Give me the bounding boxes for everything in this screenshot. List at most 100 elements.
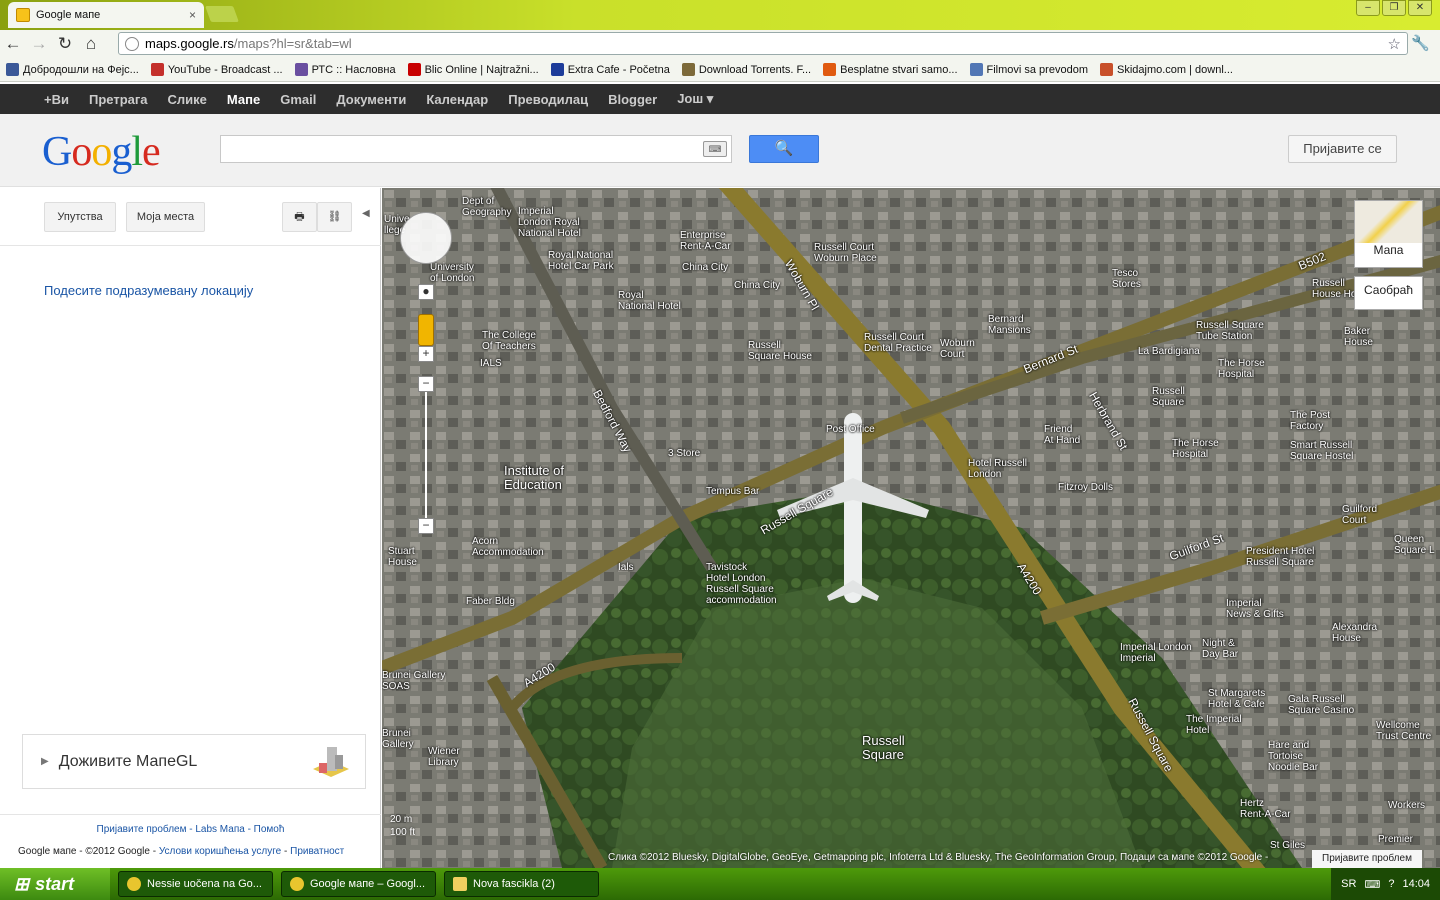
map-label[interactable]: Hotel Russell London: [968, 458, 1027, 480]
start-button[interactable]: ⊞ start: [0, 868, 110, 900]
google-logo[interactable]: Google: [42, 128, 161, 176]
gbar-gmail[interactable]: Gmail: [280, 92, 316, 107]
map-label[interactable]: The College Of Teachers: [482, 330, 536, 352]
address-bar[interactable]: maps.google.rs/maps?hl=sr&tab=wl ☆: [118, 32, 1408, 55]
bookmark-item[interactable]: Filmovi sa prevodom: [969, 63, 1088, 76]
map-label[interactable]: Royal National Hotel: [618, 290, 681, 312]
terms-link[interactable]: Услови коришћења услуге: [159, 846, 281, 857]
map-label[interactable]: China City: [682, 262, 728, 273]
map-label[interactable]: The Post Factory: [1290, 410, 1330, 432]
maximize-icon[interactable]: ❐: [1382, 0, 1406, 16]
gbar-maps[interactable]: Мапе: [227, 92, 260, 107]
search-button[interactable]: 🔍: [749, 135, 819, 163]
reload-icon[interactable]: ↻: [52, 34, 78, 54]
map-label[interactable]: Fitzroy Dolls: [1058, 482, 1113, 493]
search-input[interactable]: ⌨: [220, 135, 732, 163]
map-label[interactable]: Hare and Tortoise Noodle Bar: [1268, 740, 1318, 773]
map-label[interactable]: Queen Square L: [1394, 534, 1435, 556]
map-label[interactable]: Baker House: [1344, 326, 1373, 348]
bookmark-item[interactable]: Download Torrents. F...: [681, 63, 811, 76]
map-label[interactable]: La Bardigiana: [1138, 346, 1200, 357]
close-tab-icon[interactable]: ×: [189, 8, 196, 22]
gbar-search[interactable]: Претрага: [89, 92, 148, 107]
map-label[interactable]: Russell Court Dental Practice: [864, 332, 932, 354]
gbar-more[interactable]: Још ▾: [677, 91, 713, 107]
bookmark-star-icon[interactable]: ☆: [1388, 35, 1401, 53]
map-label[interactable]: Imperial London Imperial: [1120, 642, 1192, 664]
map-label[interactable]: Tesco Stores: [1112, 268, 1141, 290]
map-label[interactable]: The Horse Hospital: [1218, 358, 1265, 380]
map-label[interactable]: Stuart House: [388, 546, 417, 568]
map-label[interactable]: Workers: [1388, 800, 1425, 811]
bookmark-item[interactable]: Besplatne stvari samo...: [823, 63, 958, 76]
map-label[interactable]: Premier: [1378, 834, 1413, 845]
browser-tab[interactable]: Google мапе ×: [8, 2, 204, 28]
map-label[interactable]: Imperial News & Gifts: [1226, 598, 1284, 620]
map-label[interactable]: Russell Square: [1152, 386, 1185, 408]
directions-button[interactable]: Упутства: [44, 202, 116, 232]
keyboard-icon[interactable]: ⌨: [1364, 878, 1380, 891]
zoom-in-button[interactable]: +: [418, 346, 434, 362]
pegman-icon[interactable]: [418, 314, 434, 346]
satellite-map[interactable]: Dept of Geography Imperial London Royal …: [382, 188, 1440, 868]
gbar-plus[interactable]: +Ви: [44, 92, 69, 107]
map-label[interactable]: Woburn Court: [940, 338, 975, 360]
map-label[interactable]: Institute of Education: [504, 464, 564, 492]
map-label[interactable]: Gala Russell Square Casino: [1288, 694, 1354, 716]
minimize-icon[interactable]: –: [1356, 0, 1380, 16]
street-view-icon[interactable]: ●: [418, 284, 434, 300]
map-label[interactable]: Tavistock Hotel London Russell Square ac…: [706, 562, 777, 606]
map-label[interactable]: Brunei Gallery: [382, 728, 414, 750]
bookmark-item[interactable]: Добродошли на Фејс...: [6, 63, 139, 76]
privacy-link[interactable]: Приватност: [290, 846, 344, 857]
map-label[interactable]: President Hotel Russell Square: [1246, 546, 1314, 568]
gbar-calendar[interactable]: Календар: [426, 92, 488, 107]
map-label[interactable]: Royal National Hotel Car Park: [548, 250, 614, 272]
back-icon[interactable]: ←: [0, 34, 26, 54]
language-indicator[interactable]: SR: [1341, 878, 1356, 890]
map-label[interactable]: Smart Russell Square Hostel: [1290, 440, 1353, 462]
map-label[interactable]: Brunei Gallery SOAS: [382, 670, 445, 692]
map-label[interactable]: Russell Square Tube Station: [1196, 320, 1264, 342]
mapsgl-promo[interactable]: ▶ Доживите МапеGL: [22, 734, 366, 789]
keyboard-icon[interactable]: ⌨: [703, 141, 727, 157]
gbar-translate[interactable]: Преводилац: [508, 92, 588, 107]
bookmark-item[interactable]: Blic Online | Najtražni...: [407, 63, 539, 76]
map-label[interactable]: St Giles: [1270, 840, 1305, 851]
map-label[interactable]: Bernard Mansions: [988, 314, 1031, 336]
traffic-button[interactable]: Саобраћ: [1354, 276, 1423, 310]
map-label[interactable]: Russell Court Woburn Place: [814, 242, 877, 264]
help-icon[interactable]: ?: [1388, 878, 1394, 890]
map-label[interactable]: Tempus Bar: [706, 486, 759, 497]
footer-links[interactable]: Пријавите проблем - Labs Мапа - Помоћ: [0, 824, 381, 835]
gbar-docs[interactable]: Документи: [336, 92, 406, 107]
taskbar-item[interactable]: Google мапе – Googl...: [281, 871, 436, 897]
close-window-icon[interactable]: ✕: [1408, 0, 1432, 16]
zoom-slider-track[interactable]: [425, 379, 427, 519]
map-type-button[interactable]: Мапа: [1354, 200, 1423, 268]
wrench-icon[interactable]: 🔧: [1411, 34, 1430, 52]
map-label[interactable]: St Margarets Hotel & Cafe: [1208, 688, 1265, 710]
map-label[interactable]: Russell Square: [862, 734, 905, 762]
taskbar-item[interactable]: Nova fascikla (2): [444, 871, 599, 897]
new-tab-button[interactable]: [205, 6, 239, 22]
home-icon[interactable]: ⌂: [78, 34, 104, 54]
map-label[interactable]: Acorn Accommodation: [472, 536, 544, 558]
pan-control[interactable]: [400, 212, 452, 264]
zoom-slider-handle[interactable]: −: [418, 376, 434, 392]
map-label[interactable]: China City: [734, 280, 780, 291]
zoom-out-button[interactable]: −: [418, 518, 434, 534]
map-label[interactable]: Dept of Geography: [462, 196, 511, 218]
map-label[interactable]: The Imperial Hotel: [1186, 714, 1242, 736]
map-label[interactable]: University of London: [430, 262, 475, 284]
clock[interactable]: 14:04: [1402, 878, 1430, 890]
bookmark-item[interactable]: РТС :: Насловна: [294, 63, 396, 76]
map-label[interactable]: Hertz Rent-A-Car: [1240, 798, 1291, 820]
map-label[interactable]: Night & Day Bar: [1202, 638, 1238, 660]
link-icon[interactable]: ⛓: [317, 202, 352, 232]
sign-in-button[interactable]: Пријавите се: [1288, 135, 1397, 163]
map-label[interactable]: Imperial London Royal National Hotel: [518, 206, 581, 239]
bookmark-item[interactable]: YouTube - Broadcast ...: [150, 63, 283, 76]
map-label[interactable]: Guilford Court: [1342, 504, 1377, 526]
gbar-images[interactable]: Слике: [168, 92, 207, 107]
